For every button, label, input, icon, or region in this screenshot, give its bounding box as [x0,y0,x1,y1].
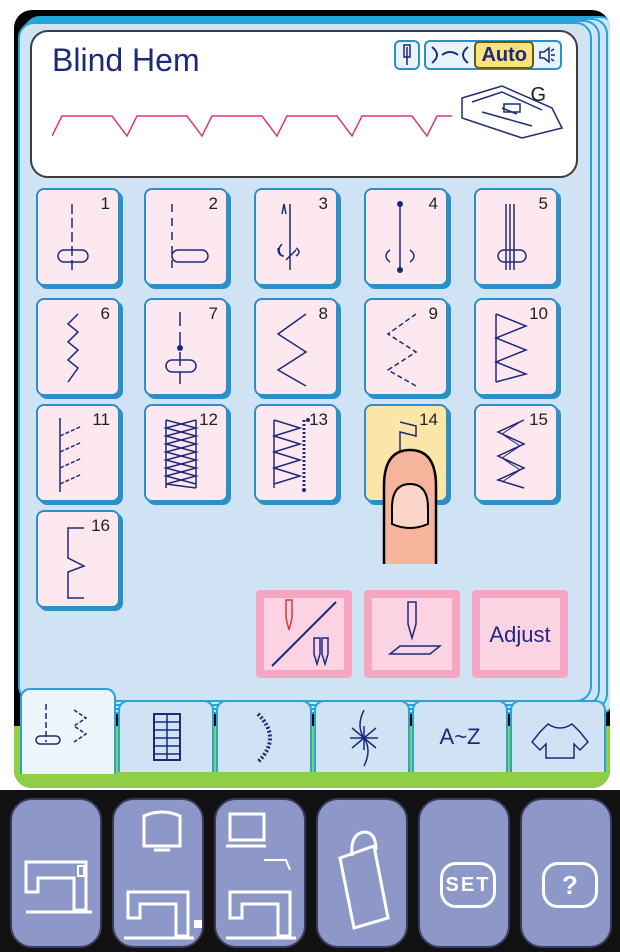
stitch-button-1[interactable]: 1 [36,188,120,286]
multi-zigzag-icon [386,313,418,387]
adjust-button[interactable]: Adjust [472,590,568,678]
settings-button[interactable]: SET [418,798,510,948]
tab-satin-stitches[interactable] [216,700,312,772]
needle-up-down-icon [387,601,443,655]
twin-needle-button[interactable] [256,590,352,678]
triple-stitch-icon [497,204,527,270]
embroidery-mode-button[interactable] [112,798,204,948]
stitch-button-11[interactable]: 11 [36,404,120,502]
tacking-stitch-icon [385,201,415,273]
stitch-title: Blind Hem [52,42,200,78]
stitch-button-8[interactable]: 8 [254,298,338,396]
stitch-button-16[interactable]: 16 [36,510,120,608]
home-button[interactable] [10,798,102,948]
stitch-button-5[interactable]: 5 [474,188,558,286]
alphabet-tab-label: A~Z [439,724,481,749]
set-label: SET [440,862,496,908]
computer-link-icon [226,812,296,940]
stitch-button-3[interactable]: 3 [254,188,338,286]
shirt-icon [530,723,590,759]
stitch-button-7[interactable]: 7 [144,298,228,396]
triple-zigzag-icon [495,419,526,489]
stitch-button-4[interactable]: 4 [364,188,448,286]
my-favorites-button[interactable] [316,798,408,948]
stitch-button-15[interactable]: 15 [474,404,558,502]
needle-position-button[interactable] [364,590,460,678]
overcast-stitch-icon [493,313,529,383]
knit-stitch-icon [271,418,310,492]
presser-foot-icon [461,85,564,139]
decorative-stitch-icon [350,709,378,767]
buttonhole-icon [153,713,181,761]
stretch-stitch-icon [66,313,80,383]
needle-icon[interactable] [394,40,421,70]
stitch-button-12[interactable]: 12 [144,404,228,502]
thread-tension-icon [431,46,470,64]
stitch-button-13[interactable]: 13 [254,404,338,502]
double-overedge-icon [163,419,199,489]
overedge-stitch-icon [59,418,83,492]
satin-stitch-icon [256,712,272,764]
tab-utility-stitches[interactable] [20,688,116,774]
stitch-info-header: Blind Hem Auto G [30,30,578,178]
embroidery-unit-icon [124,810,202,940]
stitch-button-6[interactable]: 6 [36,298,120,396]
stitch-button-2[interactable]: 2 [144,188,228,286]
tab-decorative-stitches[interactable] [314,700,410,772]
tab-buttonholes[interactable] [118,700,214,772]
tab-alphabet[interactable]: A~Z [412,700,508,772]
help-label: ? [542,862,598,908]
straight-stitch-left-icon [171,204,209,270]
basting-stitch-icon [165,312,197,384]
tab-garment-guide[interactable] [510,700,606,772]
screen-frame: Blind Hem Auto G 1 2 3 4 5 6 7 8 9 10 11… [0,0,620,952]
sewing-machine-icon [24,860,92,914]
adjust-label: Adjust [489,622,551,647]
shopping-bag-icon [338,830,390,930]
utility-stitches-icon [35,704,88,745]
bottom-button-bar: SET ? [0,790,620,952]
stitch-button-10[interactable]: 10 [474,298,558,396]
twin-needle-icon [271,599,337,667]
lock-stitch-icon [277,203,300,270]
stitch-button-9[interactable]: 9 [364,298,448,396]
zigzag-stitch-icon [276,313,308,387]
straight-stitch-center-icon [57,204,89,270]
thread-tension-pill[interactable]: Auto [424,40,562,70]
lcd-screen: Blind Hem Auto G 1 2 3 4 5 6 7 8 9 10 11… [14,10,610,788]
header-icons: Auto [394,40,562,70]
finger-pointer-icon [382,448,438,564]
help-button[interactable]: ? [520,798,612,948]
blind-hem-preview [52,115,452,138]
speaker-icon [539,46,555,64]
pc-link-button[interactable] [214,798,306,948]
auto-label: Auto [474,41,534,69]
blind-hem-elastic-icon [67,527,86,599]
